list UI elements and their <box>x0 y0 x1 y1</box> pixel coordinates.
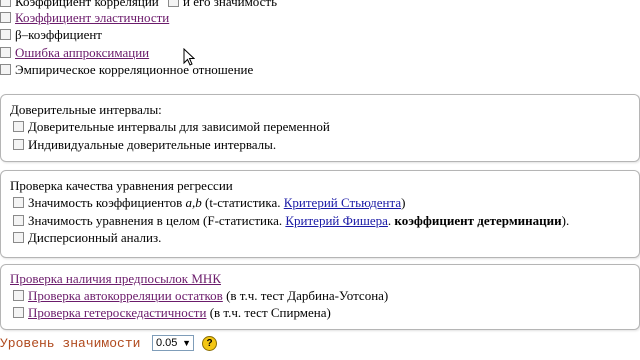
chevron-down-icon: ▼ <box>182 338 191 348</box>
checkbox-variance-analysis[interactable] <box>13 232 24 243</box>
coef-significance-suffix: ) <box>401 195 406 210</box>
option-heteroscedasticity[interactable]: Проверка гетероскедастичности (в т.ч. те… <box>13 305 331 321</box>
checkbox-elasticity[interactable] <box>0 12 11 23</box>
option-variance-analysis[interactable]: Дисперсионный анализ. <box>13 230 161 246</box>
checkbox-autocorrelation[interactable] <box>13 290 24 301</box>
checkbox-equation-significance[interactable] <box>13 215 24 226</box>
coef-significance-middle: (t-статистика. <box>201 195 284 210</box>
dependent-intervals-label: Доверительные интервалы для зависимой пе… <box>28 119 330 134</box>
option-empirical-ratio[interactable]: Эмпирическое корреляционное отношение <box>0 62 253 78</box>
checkbox-correlation[interactable] <box>0 0 11 7</box>
beta-label: β–коэффициент <box>15 27 102 42</box>
significance-level-select[interactable]: 0.05 ▼ <box>152 335 194 351</box>
checkbox-dependent-intervals[interactable] <box>13 121 24 132</box>
checkbox-individual-intervals[interactable] <box>13 139 24 150</box>
option-elasticity[interactable]: Коэффициент эластичности <box>0 10 169 26</box>
checkbox-beta[interactable] <box>0 29 11 40</box>
regression-quality-title: Проверка качества уравнения регрессии <box>10 178 233 193</box>
equation-significance-suffix: ). <box>561 213 570 228</box>
option-equation-significance[interactable]: Значимость уравнения в целом (F-статисти… <box>13 213 569 229</box>
checkbox-empirical-ratio[interactable] <box>0 64 11 75</box>
checkbox-correlation-significance[interactable] <box>168 0 179 7</box>
significance-level-label: Уровень значимости <box>0 336 141 351</box>
option-approximation-error[interactable]: Ошибка аппроксимации <box>0 45 149 61</box>
option-correlation[interactable]: Коэффициент корреляции и его значимость <box>0 0 277 10</box>
significance-level-value: 0.05 <box>156 337 178 349</box>
individual-intervals-label: Индивидуальные доверительные интервалы. <box>28 137 277 152</box>
elasticity-link[interactable]: Коэффициент эластичности <box>15 10 169 25</box>
checkbox-coefficient-significance[interactable] <box>13 197 24 208</box>
confidence-intervals-title: Доверительные интервалы: <box>10 102 162 117</box>
help-icon[interactable]: ? <box>202 336 217 351</box>
autocorrelation-suffix: (в т.ч. тест Дарбина-Уотсона) <box>222 288 389 303</box>
option-beta[interactable]: β–коэффициент <box>0 27 102 43</box>
empirical-ratio-label: Эмпирическое корреляционное отношение <box>15 62 254 77</box>
heteroscedasticity-link[interactable]: Проверка гетероскедастичности <box>28 305 206 320</box>
determination-coefficient-label: коэффициент детерминации <box>394 213 562 228</box>
option-individual-intervals[interactable]: Индивидуальные доверительные интервалы. <box>13 137 276 153</box>
correlation-significance-label: и его значимость <box>183 0 278 9</box>
option-coefficient-significance[interactable]: Значимость коэффициентов a,b (t-статисти… <box>13 195 405 211</box>
coef-vars: a,b <box>185 195 202 210</box>
equation-significance-prefix: Значимость уравнения в целом (F-статисти… <box>28 213 286 228</box>
correlation-label: Коэффициент корреляции <box>15 0 159 9</box>
mouse-cursor-icon <box>183 48 195 66</box>
heteroscedasticity-suffix: (в т.ч. тест Спирмена) <box>206 305 331 320</box>
autocorrelation-link[interactable]: Проверка автокорреляции остатков <box>28 288 223 303</box>
mnk-prerequisites-link[interactable]: Проверка наличия предпосылок МНК <box>10 271 221 287</box>
fisher-criterion-link[interactable]: Критерий Фишера <box>285 213 388 228</box>
coef-significance-prefix: Значимость коэффициентов <box>28 195 186 210</box>
checkbox-approximation-error[interactable] <box>0 47 11 58</box>
option-autocorrelation[interactable]: Проверка автокорреляции остатков (в т.ч.… <box>13 288 388 304</box>
variance-analysis-label: Дисперсионный анализ. <box>28 230 162 245</box>
student-criterion-link[interactable]: Критерий Стьюдента <box>284 195 401 210</box>
approximation-error-link[interactable]: Ошибка аппроксимации <box>15 45 149 60</box>
checkbox-heteroscedasticity[interactable] <box>13 307 24 318</box>
option-dependent-intervals[interactable]: Доверительные интервалы для зависимой пе… <box>13 119 330 135</box>
